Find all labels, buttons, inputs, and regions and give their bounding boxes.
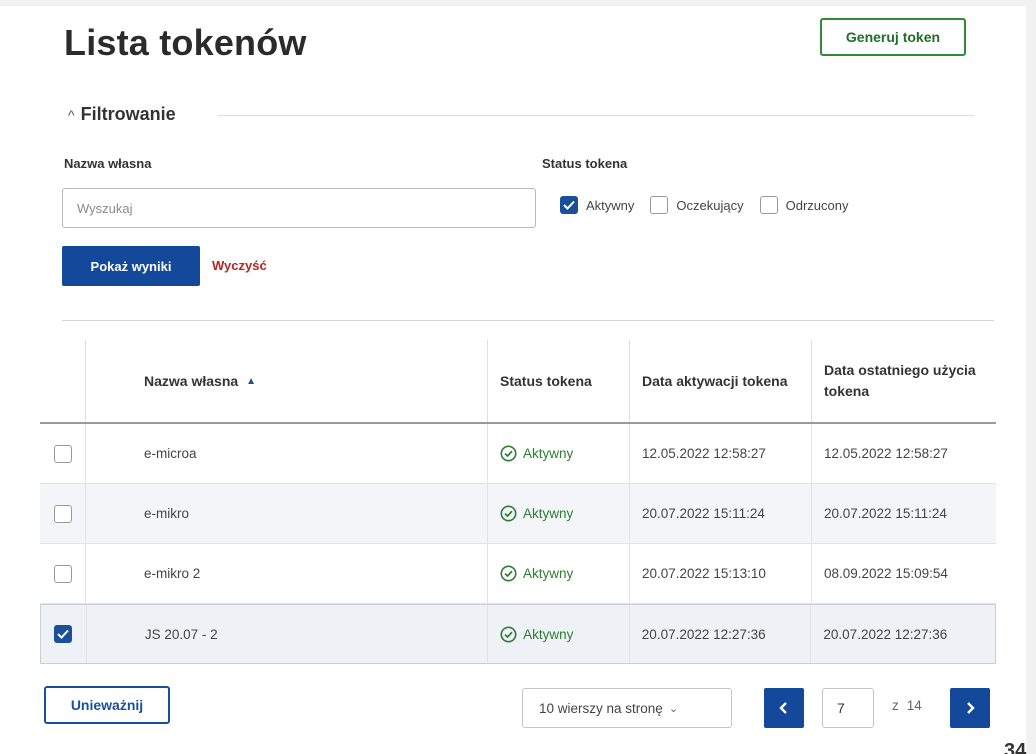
select-column-header: [40, 340, 86, 422]
status-option-active[interactable]: Aktywny: [560, 196, 634, 214]
page-count: z 14: [892, 698, 922, 713]
chevron-right-icon: [967, 702, 975, 714]
status-option-label: Aktywny: [586, 197, 635, 213]
column-header-name[interactable]: Nazwa własna ▲︎: [86, 340, 488, 422]
status-badge: Aktywny: [500, 505, 573, 522]
token-name: e-microa: [86, 424, 488, 483]
checkmark-icon: [563, 200, 575, 210]
status-option-label: Oczekujący: [676, 197, 744, 213]
check-circle-icon: [500, 626, 517, 642]
status-option-label: Odrzucony: [785, 197, 849, 213]
rows-per-page-label: 10 wierszy na stronę: [539, 700, 663, 716]
checkbox-rejected[interactable]: [759, 196, 778, 214]
row-checkbox[interactable]: [53, 444, 72, 463]
row-checkbox[interactable]: [53, 564, 72, 583]
show-results-button[interactable]: Pokaż wyniki: [62, 246, 200, 286]
token-name: e-mikro 2: [86, 544, 488, 603]
column-header-status: Status tokena: [488, 340, 630, 422]
status-options: Aktywny Oczekujący Odrzucony: [560, 196, 848, 214]
page-number-input[interactable]: [822, 688, 874, 728]
activation-date: 12.05.2022 12:58:27: [630, 424, 812, 483]
check-circle-icon: [500, 565, 517, 582]
chevron-left-icon: [779, 702, 787, 714]
row-checkbox[interactable]: [53, 504, 72, 523]
status-option-rejected[interactable]: Odrzucony: [759, 196, 849, 214]
status-badge: Aktywny: [500, 626, 573, 643]
checkmark-icon: [57, 629, 70, 639]
revoke-button[interactable]: Unieważnij: [44, 686, 170, 724]
chevron-down-icon: ⌄: [668, 702, 679, 715]
token-name: JS 20.07 - 2: [87, 605, 489, 663]
generate-token-button[interactable]: Generuj token: [820, 18, 966, 56]
table-header: Nazwa własna ▲︎ Status tokena Data aktyw…: [40, 340, 996, 424]
name-filter-label: Nazwa własna: [64, 156, 152, 171]
table-row[interactable]: e-microa Aktywny 12.05.2022 12:58:27 12.…: [40, 424, 996, 484]
sort-icon[interactable]: ▲︎: [246, 371, 256, 392]
status-badge: Aktywny: [500, 445, 573, 462]
last-used-date: 12.05.2022 12:58:27: [824, 446, 948, 461]
token-name: e-mikro: [86, 484, 488, 543]
table-row[interactable]: e-mikro Aktywny 20.07.2022 15:11:24 20.0…: [40, 484, 996, 544]
section-divider: [62, 320, 994, 321]
filter-toggle-label: Filtrowanie: [80, 104, 176, 124]
tokens-table: Nazwa własna ▲︎ Status tokena Data aktyw…: [40, 340, 996, 664]
next-page-button[interactable]: [950, 688, 990, 728]
status-badge: Aktywny: [500, 565, 573, 582]
chevron-up-icon: ^: [68, 106, 75, 123]
status-filter-label: Status tokena: [542, 156, 628, 171]
filter-toggle[interactable]: ^ Filtrowanie: [68, 104, 176, 125]
column-header-activation-date: Data aktywacji tokena: [630, 340, 812, 422]
rows-per-page-select[interactable]: 10 wierszy na stronę ⌄: [522, 688, 732, 728]
check-circle-icon: [500, 505, 517, 522]
last-used-date: 08.09.2022 15:09:54: [824, 566, 948, 581]
row-checkbox[interactable]: [54, 625, 73, 643]
last-used-date: 20.07.2022 12:27:36: [823, 626, 948, 642]
checkbox-pending[interactable]: [650, 196, 669, 214]
activation-date: 20.07.2022 12:27:36: [630, 605, 812, 663]
check-circle-icon: [500, 445, 517, 462]
page-title: Lista tokenów: [64, 22, 307, 63]
status-option-pending[interactable]: Oczekujący: [650, 196, 744, 214]
search-input[interactable]: [62, 188, 536, 228]
activation-date: 20.07.2022 15:13:10: [630, 544, 812, 603]
activation-date: 20.07.2022 15:11:24: [630, 484, 812, 543]
table-row[interactable]: e-mikro 2 Aktywny 20.07.2022 15:13:10 08…: [40, 544, 996, 604]
clear-filters-link[interactable]: Wyczyść: [212, 258, 267, 273]
column-header-last-used-date: Data ostatniego użycia tokena: [824, 362, 976, 399]
checkbox-active[interactable]: [560, 196, 578, 214]
previous-page-button[interactable]: [764, 688, 804, 728]
last-used-date: 20.07.2022 15:11:24: [824, 506, 947, 521]
filter-divider: [218, 115, 974, 116]
page-corner-number: 34: [1004, 740, 1027, 754]
page-card: Lista tokenów Generuj token ^ Filtrowani…: [0, 6, 1026, 754]
table-row[interactable]: JS 20.07 - 2 Aktywny 20.07.2022 12:27:36…: [40, 604, 996, 664]
